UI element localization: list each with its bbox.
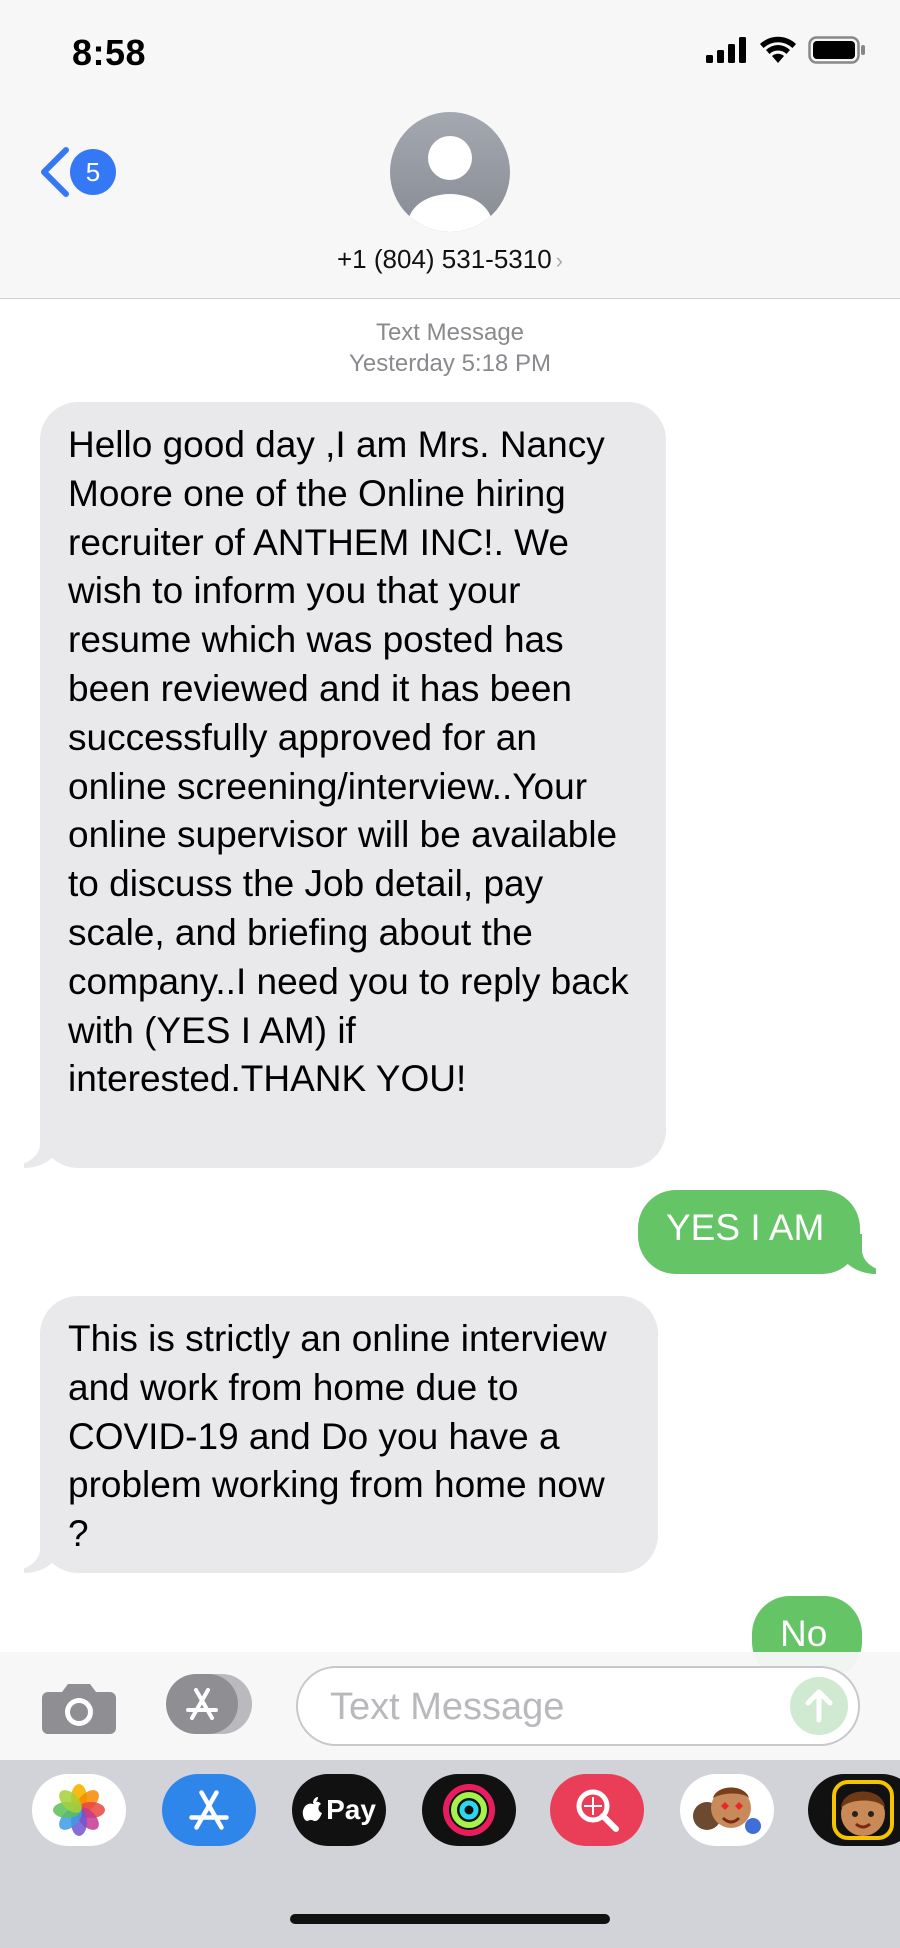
send-button[interactable] [790,1677,848,1735]
home-indicator[interactable] [290,1914,610,1924]
memoji-stickers-icon[interactable] [680,1774,774,1846]
message-bubble-incoming[interactable]: This is strictly an online interview and… [40,1296,658,1573]
message-timestamp: Yesterday 5:18 PM [349,350,551,377]
message-input-container[interactable] [296,1666,860,1746]
status-icons [706,36,866,64]
contact-avatar[interactable] [390,112,510,232]
contact-number: +1 (804) 531-5310 [337,244,552,274]
contact-name[interactable]: +1 (804) 531-5310 › [0,244,900,275]
chevron-left-icon [41,147,69,197]
conversation-header: 8:58 5 +1 (804) 531-5310 › [0,0,900,299]
activity-icon[interactable] [422,1774,516,1846]
battery-icon [808,36,865,64]
status-time: 8:58 [72,32,147,73]
wifi-icon [760,36,796,63]
web-images-icon[interactable] [550,1774,644,1846]
apple-logo-icon [302,1797,323,1821]
memoji-icon[interactable] [808,1774,900,1846]
message-bubble-outgoing[interactable]: YES I AM [638,1190,860,1274]
message-input[interactable] [328,1682,772,1732]
message-type-label: Text Message [375,319,525,346]
chevron-right-icon: › [555,248,563,273]
arrow-up-icon [805,1689,833,1723]
camera-icon[interactable] [42,1682,116,1734]
unread-count-badge: 5 [70,149,116,195]
apple-pay-icon[interactable]: Pay [292,1774,386,1846]
app-store-icon [166,1674,238,1734]
message-composer [0,1652,900,1760]
photos-icon[interactable] [32,1774,126,1846]
apple-pay-label: Pay [326,1794,376,1825]
message-bubble-incoming[interactable]: Hello good day ,I am Mrs. Nancy Moore on… [40,402,666,1168]
app-store-icon[interactable] [162,1774,256,1846]
cellular-signal-icon [706,37,746,63]
apps-button[interactable] [166,1674,254,1734]
back-button[interactable]: 5 [38,146,116,198]
